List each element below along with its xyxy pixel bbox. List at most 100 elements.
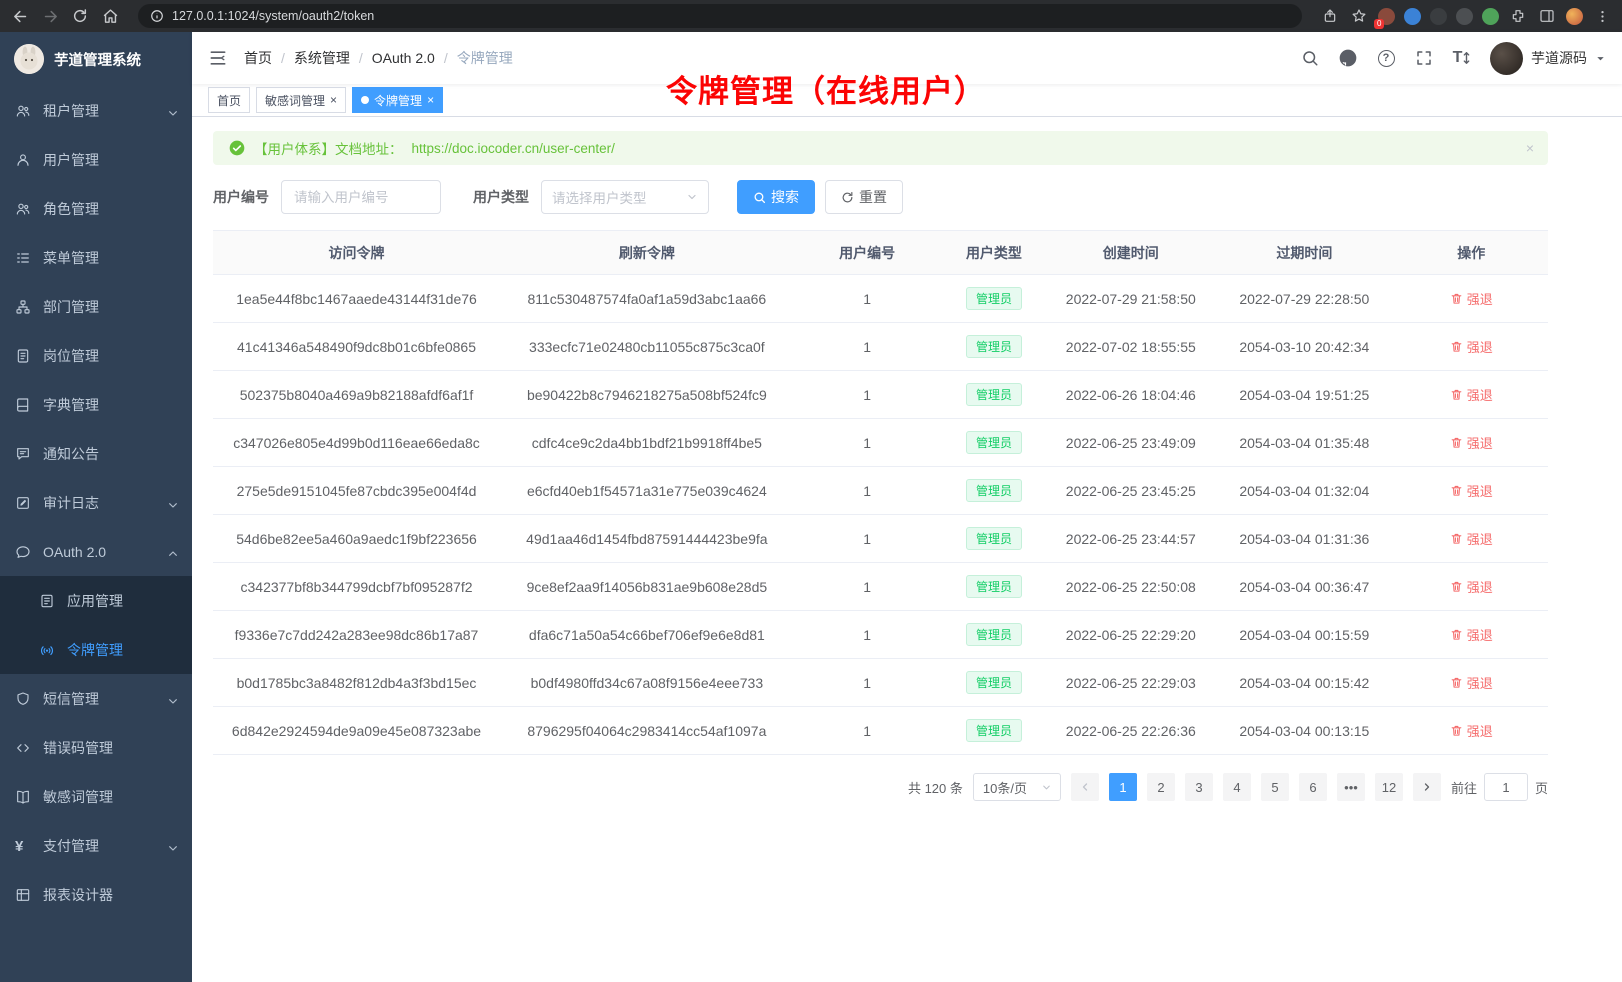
search-button[interactable]: 搜索 [737, 180, 815, 214]
user-type-tag: 管理员 [966, 527, 1022, 550]
user-type-tag: 管理员 [966, 479, 1022, 502]
address-bar[interactable]: 127.0.0.1:1024/system/oauth2/token [138, 4, 1302, 28]
page-size-select[interactable]: 10条/页 [973, 773, 1061, 801]
sidebar-item-tenant[interactable]: 租户管理 [0, 86, 192, 135]
breadcrumb-item[interactable]: OAuth 2.0 [372, 50, 435, 66]
access-token-cell: f9336e7c7dd242a283ee98dc86b17a87 [213, 611, 500, 659]
sidebar-item-sensitive[interactable]: 敏感词管理 [0, 772, 192, 821]
force-logout-button[interactable]: 强退 [1450, 385, 1493, 404]
font-size-icon[interactable]: T [1452, 48, 1472, 68]
extension-icon[interactable] [1404, 8, 1421, 25]
pager-more[interactable]: ••• [1337, 773, 1365, 801]
breadcrumb-item[interactable]: 系统管理 [294, 48, 350, 68]
sidebar-item-notice[interactable]: 通知公告 [0, 429, 192, 478]
close-icon[interactable]: × [1526, 140, 1534, 156]
pager-page-5[interactable]: 5 [1261, 773, 1289, 801]
sidebar-item-pay[interactable]: ¥支付管理 [0, 821, 192, 870]
prev-page-button[interactable] [1071, 773, 1099, 801]
force-logout-button[interactable]: 强退 [1450, 481, 1493, 500]
bookmark-star-icon[interactable] [1349, 6, 1369, 26]
sidebar-item-dict[interactable]: 字典管理 [0, 380, 192, 429]
sidebar-item-oauth2-token[interactable]: 令牌管理 [0, 625, 192, 674]
browser-menu-icon[interactable] [1592, 6, 1612, 26]
next-page-button[interactable] [1413, 773, 1441, 801]
browser-forward-icon[interactable] [40, 6, 60, 26]
force-logout-button[interactable]: 强退 [1450, 577, 1493, 596]
tab-token-management[interactable]: 令牌管理 × [352, 87, 443, 113]
app-icon [39, 593, 55, 609]
pager-page-1[interactable]: 1 [1109, 773, 1137, 801]
side-panel-icon[interactable] [1537, 6, 1557, 26]
pager-page-2[interactable]: 2 [1147, 773, 1175, 801]
access-token-cell: 502375b8040a469a9b82188afdf6af1f [213, 371, 500, 419]
pager-page-3[interactable]: 3 [1185, 773, 1213, 801]
force-logout-button[interactable]: 强退 [1450, 673, 1493, 692]
close-icon[interactable]: × [330, 94, 337, 106]
actions-cell: 强退 [1394, 419, 1548, 467]
user-id-input[interactable] [281, 180, 441, 214]
github-icon[interactable] [1338, 48, 1358, 68]
created-time-cell: 2022-06-25 22:50:08 [1047, 563, 1214, 611]
tab-sensitive-words[interactable]: 敏感词管理 × [256, 87, 346, 113]
share-icon[interactable] [1320, 6, 1340, 26]
force-logout-button[interactable]: 强退 [1450, 721, 1493, 740]
force-logout-button[interactable]: 强退 [1450, 433, 1493, 452]
browser-profile-avatar[interactable] [1566, 8, 1583, 25]
sidebar-item-role[interactable]: 角色管理 [0, 184, 192, 233]
tags-view: 首页 敏感词管理 × 令牌管理 × [192, 84, 1622, 117]
browser-back-icon[interactable] [10, 6, 30, 26]
search-icon[interactable] [1300, 48, 1320, 68]
site-info-icon[interactable] [150, 9, 164, 23]
refresh-token-cell: 9ce8ef2aa9f14056b831ae9b608e28d5 [500, 563, 794, 611]
help-icon[interactable]: ? [1376, 48, 1396, 68]
sidebar-item-dept[interactable]: 部门管理 [0, 282, 192, 331]
oauth-chat-icon [15, 544, 31, 560]
browser-home-icon[interactable] [100, 6, 120, 26]
pager-page-4[interactable]: 4 [1223, 773, 1251, 801]
post-badge-icon [15, 348, 31, 364]
active-dot [361, 96, 369, 104]
jump-prefix: 前往 [1451, 778, 1477, 797]
sidebar-item-label: 敏感词管理 [43, 787, 113, 807]
extension-icon[interactable] [1430, 8, 1447, 25]
force-logout-button[interactable]: 强退 [1450, 289, 1493, 308]
force-logout-button[interactable]: 强退 [1450, 337, 1493, 356]
sidebar-item-report[interactable]: 报表设计器 [0, 870, 192, 919]
browser-reload-icon[interactable] [70, 6, 90, 26]
pager-page-12[interactable]: 12 [1375, 773, 1403, 801]
force-logout-button[interactable]: 强退 [1450, 529, 1493, 548]
tab-home[interactable]: 首页 [208, 87, 250, 113]
success-check-icon [229, 140, 245, 156]
app-logo[interactable]: 芋道管理系统 [0, 32, 192, 86]
access-token-cell: b0d1785bc3a8482f812db4a3f3bd15ec [213, 659, 500, 707]
extension-icon[interactable] [1482, 8, 1499, 25]
table-row: 275e5de9151045fe87cbdc395e004f4de6cfd40e… [213, 467, 1548, 515]
sidebar-item-errorcode[interactable]: 错误码管理 [0, 723, 192, 772]
close-icon[interactable]: × [427, 94, 434, 106]
collapse-sidebar-icon[interactable] [208, 48, 228, 68]
url-text: 127.0.0.1:1024/system/oauth2/token [172, 9, 374, 23]
sidebar-item-menu[interactable]: 菜单管理 [0, 233, 192, 282]
extension-icon[interactable] [1456, 8, 1473, 25]
sidebar-item-post[interactable]: 岗位管理 [0, 331, 192, 380]
user-type-select[interactable]: 请选择用户类型 [541, 180, 709, 214]
sidebar-menu: 租户管理用户管理角色管理菜单管理部门管理岗位管理字典管理通知公告审计日志OAut… [0, 86, 192, 919]
doc-link[interactable]: https://doc.iocoder.cn/user-center/ [412, 141, 615, 156]
extensions-puzzle-icon[interactable] [1508, 6, 1528, 26]
sidebar-item-sms[interactable]: 短信管理 [0, 674, 192, 723]
sidebar-item-oauth2[interactable]: OAuth 2.0 [0, 527, 192, 576]
jump-page-input[interactable] [1484, 773, 1528, 801]
extension-icon[interactable]: 0 [1378, 8, 1395, 25]
reset-button[interactable]: 重置 [825, 180, 903, 214]
breadcrumb-item[interactable]: 首页 [244, 48, 272, 68]
sidebar-item-auditlog[interactable]: 审计日志 [0, 478, 192, 527]
fullscreen-icon[interactable] [1414, 48, 1434, 68]
sidebar-item-label: 用户管理 [43, 150, 99, 170]
pager-page-6[interactable]: 6 [1299, 773, 1327, 801]
user-menu[interactable]: 芋道源码 [1490, 42, 1606, 75]
force-logout-button[interactable]: 强退 [1450, 625, 1493, 644]
sidebar-item-label: 岗位管理 [43, 346, 99, 366]
sidebar-item-user[interactable]: 用户管理 [0, 135, 192, 184]
sidebar-item-oauth2-app[interactable]: 应用管理 [0, 576, 192, 625]
logo-image [14, 44, 44, 74]
